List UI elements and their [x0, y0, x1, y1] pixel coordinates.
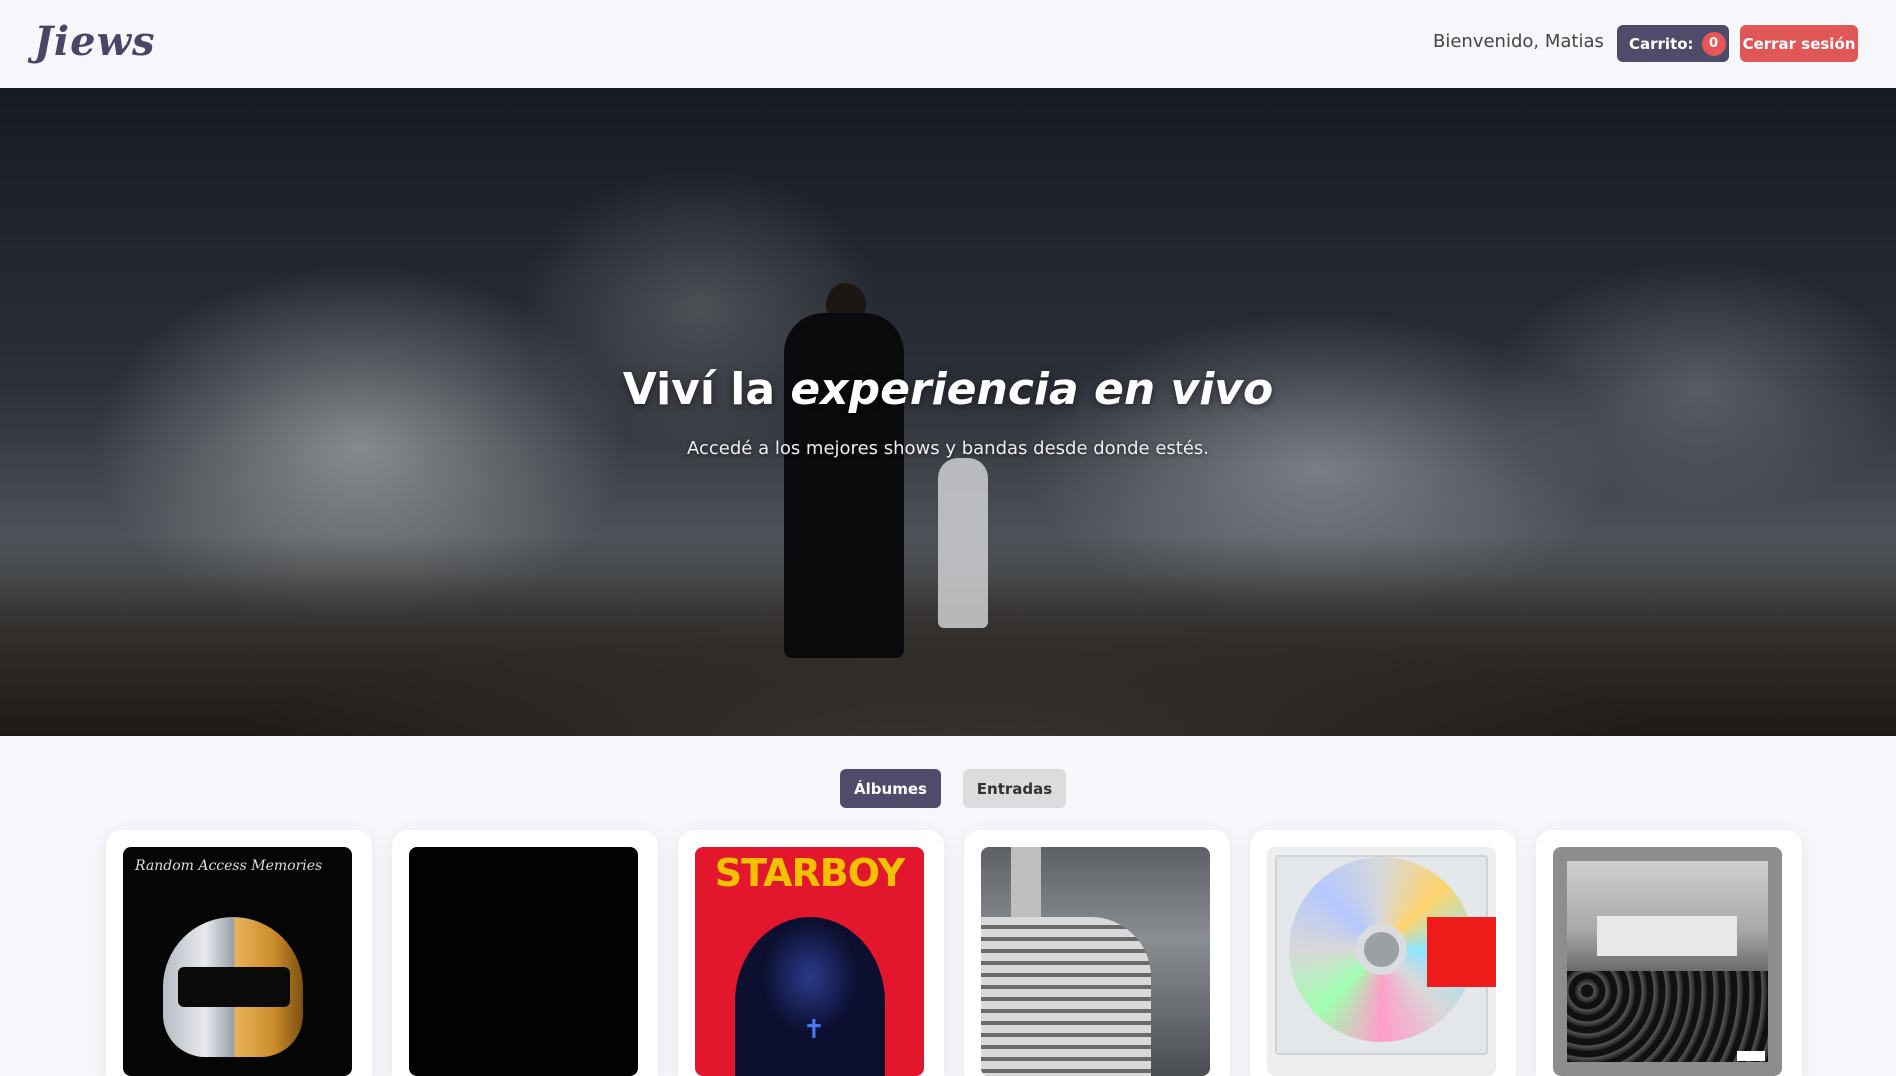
red-tape-art — [1427, 917, 1496, 987]
logout-button[interactable]: Cerrar sesión — [1740, 25, 1858, 62]
album-card[interactable]: Y — [1250, 830, 1516, 1076]
cart-count-badge: 0 — [1701, 31, 1726, 56]
cart-button[interactable]: Carrito: 0 — [1617, 25, 1729, 62]
hero-subtitle: Accedé a los mejores shows y bandas desd… — [686, 438, 1210, 459]
top-navbar: Jiews Bienvenido, Matias Carrito: 0 Cerr… — [0, 0, 1896, 88]
album-cover-yeezus[interactable] — [1267, 847, 1496, 1076]
cd-hole-art — [1356, 924, 1407, 975]
album-card[interactable] — [392, 830, 658, 1076]
album-cover-views[interactable] — [981, 847, 1210, 1076]
hero-title-prefix: Viví la — [622, 364, 791, 415]
crowd-art — [1567, 971, 1768, 1062]
album-cover-starboy[interactable]: STARBOY ✝ — [695, 847, 924, 1076]
white-house-art — [1597, 916, 1737, 956]
welcome-text: Bienvenido, Matias — [1433, 31, 1604, 52]
tower-art — [981, 917, 1151, 1076]
hero-title-emphasis: experiencia en vivo — [790, 364, 1274, 415]
photo-art — [1567, 861, 1768, 1062]
cross-icon: ✝ — [803, 1015, 825, 1045]
album-card[interactable]: STARBOY ✝ — [678, 830, 944, 1076]
hero-second-performer — [938, 458, 988, 628]
tab-tickets[interactable]: Entradas — [963, 769, 1066, 808]
album-cover-black[interactable] — [409, 847, 638, 1076]
tab-albums[interactable]: Álbumes — [840, 769, 941, 808]
logo[interactable]: Jiews — [34, 18, 156, 65]
parental-advisory-icon — [1737, 1051, 1765, 1061]
album-cover-random-access-memories[interactable]: Random Access Memories — [123, 847, 352, 1076]
cart-label: Carrito: — [1629, 34, 1694, 53]
album-cover-text: STARBOY — [714, 851, 905, 895]
album-cover-to-pimp-a-butterfly[interactable] — [1553, 847, 1782, 1076]
visor-art — [178, 967, 290, 1007]
album-card[interactable] — [964, 830, 1230, 1076]
hero-banner: Viví la experiencia en vivo Accedé a los… — [0, 88, 1896, 736]
album-cover-text: Random Access Memories — [135, 858, 323, 874]
tower-spire-art — [1011, 847, 1041, 927]
album-card[interactable]: Random Access Memories — [106, 830, 372, 1076]
hero-title: Viví la experiencia en vivo — [0, 364, 1896, 415]
album-card[interactable] — [1536, 830, 1802, 1076]
starboy-figure-art — [735, 917, 885, 1076]
